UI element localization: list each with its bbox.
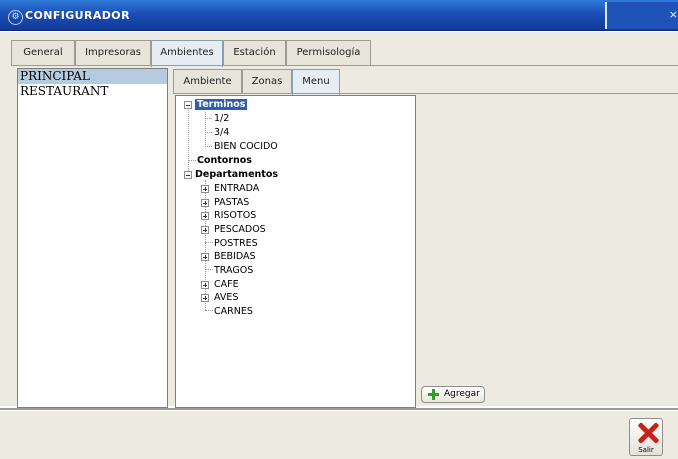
- tree-node-terminos[interactable]: Terminos: [195, 98, 248, 111]
- expand-icon[interactable]: [201, 226, 209, 234]
- tree-connector: [205, 310, 213, 311]
- tab-general[interactable]: General: [11, 40, 75, 65]
- close-icon[interactable]: ×: [669, 8, 678, 21]
- tree-connector: [205, 118, 212, 119]
- tree-node-contornos[interactable]: Contornos: [197, 154, 252, 167]
- list-item-restaurant[interactable]: RESTAURANT: [18, 84, 167, 99]
- tree-connector: [205, 146, 212, 147]
- tab-impresoras[interactable]: Impresoras: [75, 40, 151, 65]
- red-x-icon: [637, 422, 659, 444]
- exit-button-label: Salir: [638, 446, 654, 454]
- tree-connector: [205, 269, 213, 270]
- window-title: CONFIGURADOR: [25, 9, 130, 22]
- tree-connector: [205, 242, 213, 243]
- tab-zonas[interactable]: Zonas: [242, 69, 292, 94]
- tree-node-departamentos[interactable]: Departamentos: [195, 168, 278, 181]
- list-item-principal[interactable]: PRINCIPAL: [18, 69, 167, 84]
- expand-icon[interactable]: [201, 212, 209, 220]
- title-controls: ×: [607, 2, 678, 29]
- title-bar: ⚙ CONFIGURADOR ×: [0, 0, 678, 31]
- tree-node[interactable]: 3/4: [214, 126, 229, 139]
- tree-connector: [188, 106, 189, 177]
- collapse-icon[interactable]: [184, 101, 192, 109]
- subtab-strip-border: [173, 93, 678, 94]
- add-button[interactable]: Agregar: [421, 386, 485, 403]
- green-plus-icon: [428, 389, 439, 400]
- tree-node[interactable]: PASTAS: [214, 196, 249, 209]
- ambientes-list[interactable]: PRINCIPAL RESTAURANT: [17, 68, 168, 408]
- tree-node[interactable]: POSTRES: [214, 237, 258, 250]
- tab-menu[interactable]: Menu: [292, 69, 340, 95]
- tree-node[interactable]: AVES: [214, 291, 238, 304]
- tab-strip-border: [11, 65, 678, 66]
- tree-node[interactable]: CAFE: [214, 278, 239, 291]
- expand-icon[interactable]: [201, 185, 209, 193]
- tree-node[interactable]: CARNES: [214, 305, 253, 318]
- tab-ambiente[interactable]: Ambiente: [173, 69, 242, 94]
- bottom-bar: [0, 410, 678, 459]
- exit-button[interactable]: Salir: [629, 418, 663, 456]
- tree-node[interactable]: BEBIDAS: [214, 250, 256, 263]
- menu-tree[interactable]: Terminos 1/2 3/4 BIEN COCIDO Contornos D…: [175, 95, 416, 408]
- collapse-icon[interactable]: [184, 171, 192, 179]
- expand-icon[interactable]: [201, 281, 209, 289]
- tree-node[interactable]: PESCADOS: [214, 223, 266, 236]
- tree-node[interactable]: TRAGOS: [214, 264, 253, 277]
- tree-connector: [188, 160, 196, 161]
- tree-node[interactable]: RISOTOS: [214, 209, 256, 222]
- expand-icon[interactable]: [201, 199, 209, 207]
- add-button-label: Agregar: [444, 389, 480, 399]
- expand-icon[interactable]: [201, 253, 209, 261]
- tree-node[interactable]: ENTRADA: [214, 182, 259, 195]
- tree-node[interactable]: BIEN COCIDO: [214, 140, 278, 153]
- tree-node[interactable]: 1/2: [214, 112, 229, 125]
- app-logo-icon: ⚙: [8, 10, 23, 25]
- tab-permisologia[interactable]: Permisología: [286, 40, 371, 65]
- tree-connector: [205, 132, 212, 133]
- tab-ambientes[interactable]: Ambientes: [151, 40, 223, 67]
- tab-estacion[interactable]: Estación: [223, 40, 286, 65]
- expand-icon[interactable]: [201, 294, 209, 302]
